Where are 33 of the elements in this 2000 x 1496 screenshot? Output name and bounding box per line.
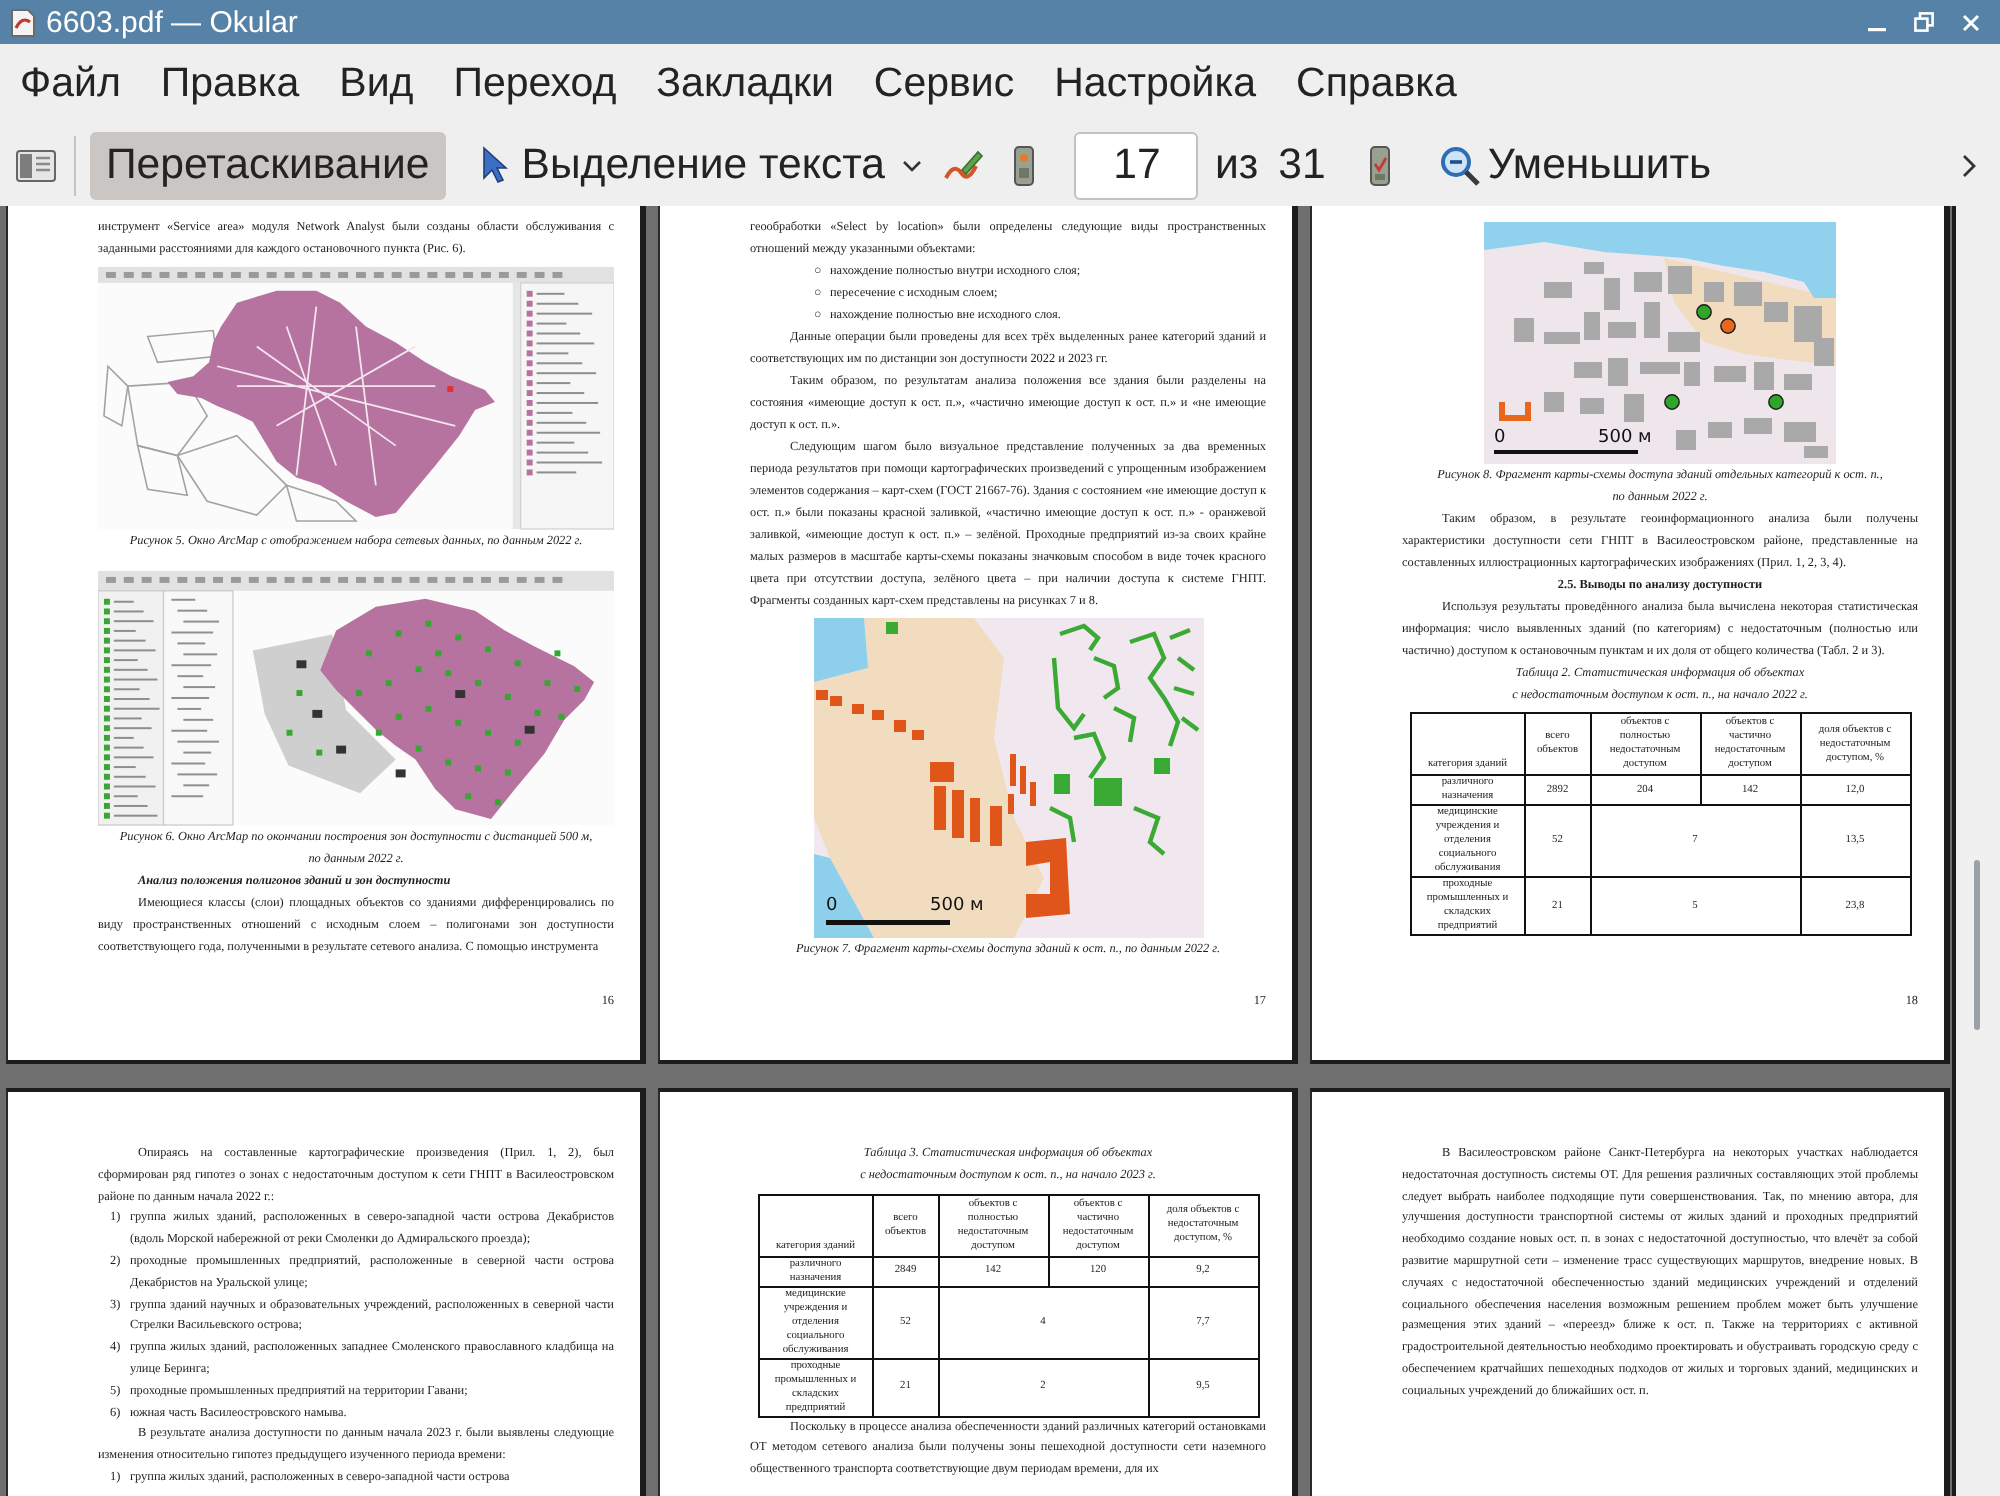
zoom-out-icon bbox=[1439, 145, 1480, 185]
scale-label: 0 bbox=[825, 896, 837, 916]
menu-item[interactable]: Вид bbox=[319, 60, 434, 108]
menu-item[interactable]: Сервис bbox=[853, 60, 1035, 108]
scale-label: 500 м bbox=[929, 896, 983, 916]
check-card-icon[interactable] bbox=[1369, 145, 1390, 185]
close-icon[interactable] bbox=[1962, 13, 1980, 31]
sidebar-icon[interactable] bbox=[16, 149, 56, 181]
chevron-right-icon[interactable] bbox=[1962, 153, 1976, 177]
menu-item[interactable]: Настройка bbox=[1034, 60, 1277, 108]
pen-icon[interactable] bbox=[942, 145, 987, 185]
page-count: 31 bbox=[1278, 140, 1326, 190]
menu-item[interactable]: Закладки bbox=[636, 60, 854, 108]
device-icon[interactable] bbox=[1014, 145, 1035, 185]
window-title: 6603.pdf — Okular bbox=[46, 5, 298, 39]
scale-bar bbox=[825, 920, 949, 925]
menu-item[interactable]: Правка bbox=[140, 60, 320, 108]
tool-button[interactable]: Перетаскивание bbox=[90, 131, 446, 199]
scale-label: 500 м bbox=[1598, 428, 1652, 448]
document-icon bbox=[10, 7, 36, 37]
restore-icon[interactable] bbox=[1914, 12, 1934, 32]
caret-icon bbox=[902, 159, 923, 171]
page-number-field[interactable]: 17 bbox=[1074, 131, 1199, 199]
menu-item[interactable]: Файл bbox=[0, 60, 141, 108]
scale-label: 0 bbox=[1494, 428, 1506, 448]
scale-bar bbox=[1494, 450, 1638, 454]
scrollbar-thumb[interactable] bbox=[1974, 860, 1980, 1030]
menu-item[interactable]: Переход bbox=[433, 60, 637, 108]
cursor-icon bbox=[481, 146, 508, 184]
menu-item[interactable]: Справка bbox=[1276, 60, 1477, 108]
tool-button[interactable]: Выделение текста bbox=[461, 131, 931, 199]
page-of-label: из bbox=[1214, 140, 1259, 190]
zoom-out-button[interactable]: Уменьшить bbox=[1439, 140, 1712, 190]
